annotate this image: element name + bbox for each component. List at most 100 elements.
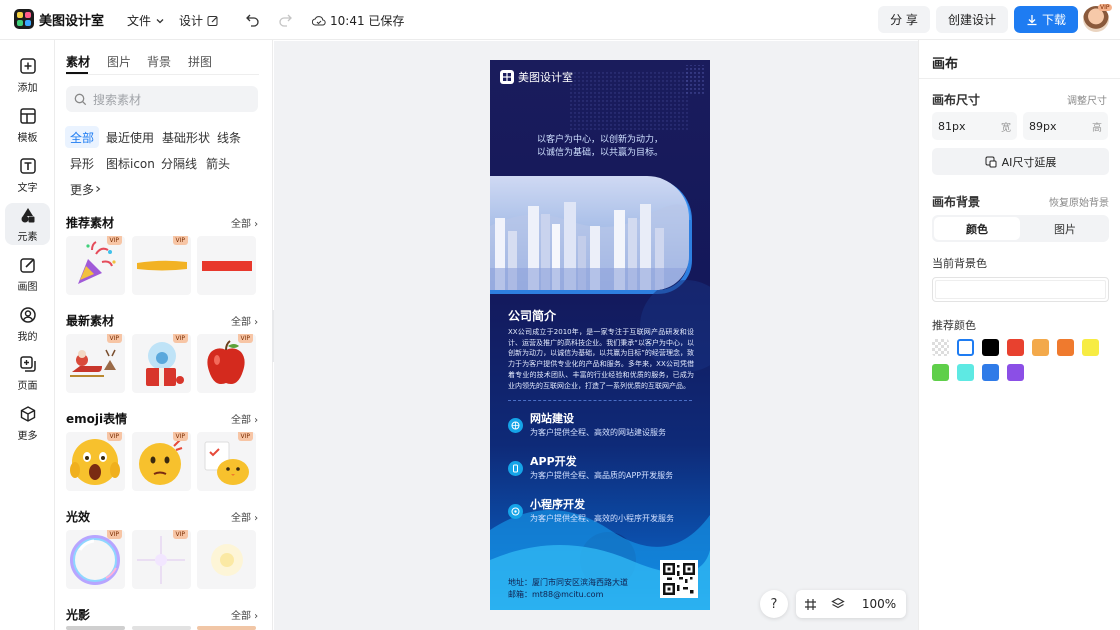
search-input[interactable]: 搜索素材 <box>66 86 258 112</box>
material-thumb[interactable]: VIP <box>66 334 125 393</box>
nav-item-text[interactable]: 文字 <box>5 154 50 196</box>
nav-item-label: 文字 <box>17 182 38 194</box>
material-thumb[interactable] <box>197 236 256 295</box>
nav-item-elements[interactable]: 元素 <box>5 203 50 245</box>
see-all-shadow[interactable]: 全部 › <box>231 607 258 622</box>
zoom-level[interactable]: 100% <box>852 597 906 611</box>
ai-size-extend-button[interactable]: AI尺寸延展 <box>932 148 1109 175</box>
chip-dividers[interactable]: 分隔线 <box>156 152 202 174</box>
bg-tab-image[interactable]: 图片 <box>1022 217 1108 240</box>
color-swatch-white[interactable] <box>957 339 974 356</box>
plus-square-icon <box>19 57 36 74</box>
material-thumb[interactable] <box>66 626 125 630</box>
material-thumb[interactable] <box>197 530 256 589</box>
qr-code-icon <box>663 563 695 595</box>
help-button[interactable]: ? <box>760 590 788 618</box>
see-all-light[interactable]: 全部 › <box>231 509 258 524</box>
color-swatch-purple[interactable] <box>1007 364 1024 381</box>
design-menu[interactable]: 设计 <box>179 12 219 29</box>
material-thumb[interactable]: VIP <box>132 530 191 589</box>
poster-intro-title[interactable]: 公司简介 <box>508 307 556 324</box>
poster-intro-text[interactable]: XX公司成立于2010年，是一家专注于互联网产品研发和设计、运营及推广的高科技企… <box>508 327 694 391</box>
color-swatch-orange[interactable] <box>1057 339 1074 356</box>
bg-tab-color[interactable]: 颜色 <box>934 217 1020 240</box>
grid-toggle[interactable] <box>796 598 824 611</box>
material-thumb[interactable]: VIP <box>132 432 191 491</box>
chip-icons[interactable]: 图标icon <box>101 152 160 174</box>
nav-item-add[interactable]: 添加 <box>5 54 50 96</box>
tab-materials[interactable]: 素材 <box>66 53 90 70</box>
material-thumb[interactable] <box>132 626 191 630</box>
chip-arrows[interactable]: 箭头 <box>201 152 235 174</box>
color-swatch-transparent[interactable] <box>932 339 949 356</box>
material-thumb[interactable]: VIP <box>132 334 191 393</box>
chip-more[interactable]: 更多 <box>65 178 107 200</box>
poster-address[interactable]: 地址：厦门市同安区滨海西路大道 <box>508 577 628 588</box>
redo-icon[interactable] <box>278 12 293 27</box>
share-button[interactable]: 分 享 <box>878 6 930 33</box>
color-swatch-black[interactable] <box>982 339 999 356</box>
section-title-shadow: 光影 <box>66 608 91 622</box>
nav-item-templates[interactable]: 模板 <box>5 104 50 146</box>
see-all-label: 全部 <box>231 415 251 426</box>
active-tab-underline <box>66 72 88 74</box>
service-title: APP开发 <box>530 455 577 468</box>
poster-brand[interactable]: 美图设计室 <box>500 69 573 85</box>
adjust-size-link[interactable]: 调整尺寸 <box>1067 92 1107 107</box>
vip-badge: VIP <box>106 334 122 343</box>
tab-backgrounds[interactable]: 背景 <box>147 53 171 70</box>
color-swatch-red[interactable] <box>1007 339 1024 356</box>
see-all-emoji[interactable]: 全部 › <box>231 411 258 426</box>
app-logo[interactable]: 美图设计室 <box>14 9 104 29</box>
color-swatch-light-orange[interactable] <box>1032 339 1049 356</box>
service-title: 小程序开发 <box>530 498 585 511</box>
material-thumb[interactable]: VIP <box>66 432 125 491</box>
poster-email[interactable]: 邮箱：mt88@mcitu.com <box>508 589 603 600</box>
restore-bg-link[interactable]: 恢复原始背景 <box>1049 194 1109 209</box>
see-all-label: 全部 <box>231 219 251 230</box>
save-status: 10:41 已保存 <box>312 12 404 29</box>
tab-images[interactable]: 图片 <box>107 53 131 70</box>
file-menu[interactable]: 文件 <box>127 12 165 29</box>
download-button[interactable]: 下载 <box>1014 6 1078 33</box>
nav-item-more[interactable]: 更多 <box>5 402 50 444</box>
material-thumb[interactable]: VIP <box>132 236 191 295</box>
nav-item-label: 我的 <box>17 331 38 343</box>
color-swatch-cyan[interactable] <box>957 364 974 381</box>
see-all-label: 全部 <box>231 513 251 524</box>
height-value: 89px <box>1029 119 1057 133</box>
material-thumb[interactable]: VIP <box>66 236 125 295</box>
poster-slogan-line1: 以客户为中心，以创新为动力， <box>536 135 663 145</box>
chip-recent[interactable]: 最近使用 <box>101 126 159 148</box>
chip-all[interactable]: 全部 <box>65 126 100 148</box>
material-thumb[interactable]: VIP <box>197 334 256 393</box>
see-all-latest[interactable]: 全部 › <box>231 313 258 328</box>
poster-canvas[interactable]: 美图设计室 以客户为中心，以创新为动力， 以诚信为基础，以共赢为目标。 公司简介… <box>490 60 710 610</box>
layers-button[interactable] <box>824 597 852 611</box>
color-swatch-blue[interactable] <box>982 364 999 381</box>
color-swatch-green[interactable] <box>932 364 949 381</box>
city-photo <box>490 176 689 290</box>
tab-collage[interactable]: 拼图 <box>188 53 212 70</box>
nav-item-draw[interactable]: 画图 <box>5 253 50 295</box>
current-bg-color[interactable] <box>932 277 1109 302</box>
nav-item-mine[interactable]: 我的 <box>5 303 50 345</box>
chip-basic-shapes[interactable]: 基础形状 <box>157 126 215 148</box>
app-name: 美图设计室 <box>39 13 105 29</box>
color-swatch-yellow[interactable] <box>1082 339 1099 356</box>
chip-irregular[interactable]: 异形 <box>65 152 99 174</box>
chip-lines[interactable]: 线条 <box>212 126 246 148</box>
material-thumb[interactable]: VIP <box>197 432 256 491</box>
qr-code[interactable] <box>660 560 698 598</box>
see-all-recommended[interactable]: 全部 › <box>231 215 258 230</box>
nav-item-pages[interactable]: 页面 <box>5 352 50 394</box>
material-thumb[interactable] <box>197 626 256 630</box>
poster-brand-name: 美图设计室 <box>518 71 573 84</box>
poster-slogan[interactable]: 以客户为中心，以创新为动力， 以诚信为基础，以共赢为目标。 <box>490 134 710 160</box>
material-thumb[interactable]: VIP <box>66 530 125 589</box>
vip-badge: VIP <box>106 236 122 245</box>
undo-icon[interactable] <box>245 12 260 27</box>
create-design-button[interactable]: 创建设计 <box>936 6 1008 33</box>
width-field[interactable]: 81px 宽 <box>932 112 1017 140</box>
height-field[interactable]: 89px 高 <box>1023 112 1108 140</box>
